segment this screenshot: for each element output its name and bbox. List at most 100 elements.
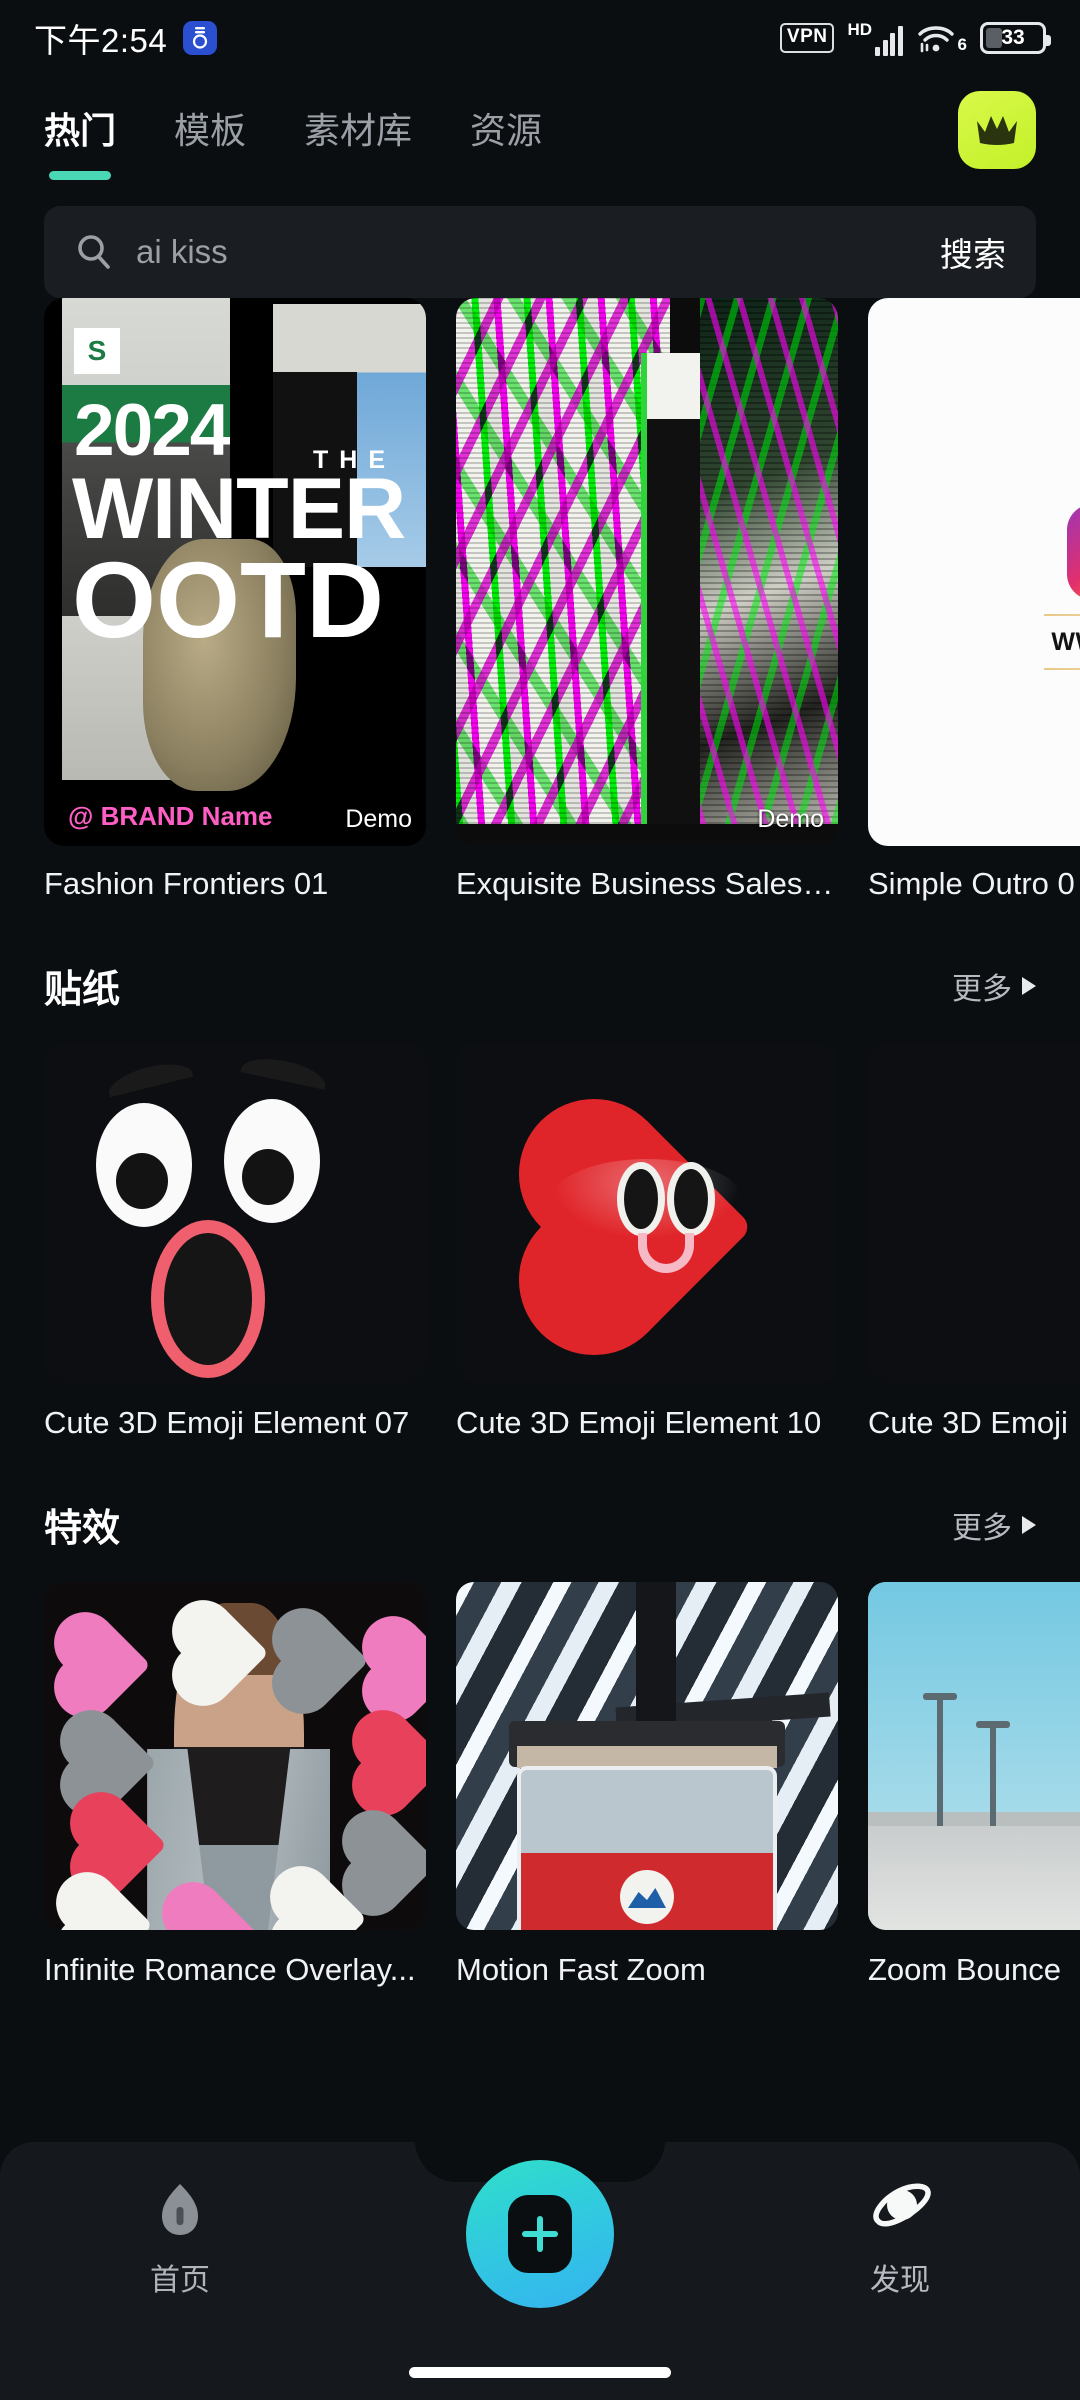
tab-list: 热门 模板 素材库 资源 [44, 102, 542, 158]
chevron-right-icon [1022, 976, 1036, 995]
heart-balloon [361, 1719, 426, 1807]
wifi-icon: 6 [916, 22, 967, 54]
status-bar: 下午2:54 VPN HD 6 33 [0, 0, 1080, 76]
demo-badge: Demo [757, 805, 824, 833]
template-thumbnail[interactable]: THE 2024 WINTER OOTD @ BRAND Name Demo [44, 298, 426, 846]
effect-thumbnail[interactable] [44, 1582, 426, 1930]
template-card[interactable]: Demo Exquisite Business Sales 06 [456, 298, 838, 902]
sticker-card[interactable]: Cute 3D Emoji Element 07 [44, 1043, 426, 1441]
eye-left [624, 1169, 658, 1229]
search-bar[interactable]: 搜索 [44, 206, 1036, 298]
section-title: 特效 [44, 1508, 121, 1550]
cabin-roof-trim [517, 1745, 777, 1768]
section-more-button[interactable]: 更多 [952, 964, 1036, 1008]
sticker-thumbnail[interactable] [44, 1043, 426, 1383]
battery-icon: 33 [980, 22, 1051, 54]
eye-right [674, 1169, 708, 1229]
templates-row[interactable]: THE 2024 WINTER OOTD @ BRAND Name Demo F… [44, 298, 1080, 902]
tab-asset-library[interactable]: 素材库 [304, 102, 412, 158]
section-header-stickers: 贴纸 更多 [44, 902, 1036, 1043]
section-more-label: 更多 [952, 972, 1012, 1006]
mast [635, 1582, 676, 1729]
section-title: 贴纸 [44, 969, 121, 1011]
section-header-effects: 特效 更多 [44, 1441, 1036, 1582]
search-section: 搜索 [0, 184, 1080, 298]
heart-balloon [65, 1881, 153, 1930]
sticker-card-title: Cute 3D Emoji Element 07 [44, 1405, 410, 1440]
pupil-right [242, 1149, 294, 1205]
vip-crown-button[interactable] [958, 91, 1036, 169]
divider [1043, 668, 1080, 670]
heart-balloon [281, 1617, 369, 1705]
effects-row[interactable]: Infinite Romance Overlay... Motion Fast … [44, 1582, 1080, 1988]
status-bar-right: VPN HD 6 33 [779, 19, 1051, 56]
light-pole [922, 1693, 957, 1826]
wifi-generation-label: 6 [957, 35, 967, 54]
sticker-thumbnail[interactable] [456, 1043, 838, 1383]
effect-card-title: Motion Fast Zoom [456, 1952, 706, 1987]
thumb-text-year: 2024 [74, 390, 230, 471]
template-thumbnail[interactable]: Demo [456, 298, 838, 846]
demo-badge: Demo [345, 805, 412, 833]
thumb-text-ootd: OOTD [72, 539, 384, 660]
heart-balloon [371, 1625, 426, 1713]
create-button[interactable] [466, 2160, 614, 2308]
thumb-text-brand: @ BRAND Name [68, 801, 273, 831]
cable-car-cabin [517, 1766, 777, 1930]
planet-icon [873, 2183, 931, 2227]
sky [868, 1582, 1080, 1833]
chevron-right-icon [1022, 1515, 1036, 1534]
signal-bars-icon [875, 25, 903, 56]
template-card[interactable]: THE 2024 WINTER OOTD @ BRAND Name Demo F… [44, 298, 426, 902]
sticker-card-title: Cute 3D Emoji Element 10 [456, 1405, 822, 1440]
effect-card-title: Infinite Romance Overlay... [44, 1952, 416, 1987]
nav-item-discover[interactable]: 发现 [720, 2181, 1080, 2299]
light-pole [976, 1721, 1011, 1826]
battery-percent: 33 [1001, 26, 1025, 49]
home-gesture-bar[interactable] [409, 2367, 671, 2378]
status-clock: 下午2:54 [34, 22, 168, 59]
section-more-label: 更多 [952, 1511, 1012, 1545]
tab-templates[interactable]: 模板 [174, 102, 246, 158]
top-tab-bar: 热门 模板 素材库 资源 [0, 76, 1080, 184]
stickers-row[interactable]: Cute 3D Emoji Element 07 Cute 3D Emoji E… [44, 1043, 1080, 1441]
thumb-art-graffiti-left [456, 298, 670, 825]
heart-balloon [351, 1819, 426, 1907]
sticker-card[interactable]: Cute 3D Emoji [868, 1043, 1080, 1441]
nav-item-home[interactable]: 首页 [0, 2181, 360, 2299]
effect-card[interactable]: Zoom Bounce [868, 1582, 1080, 1988]
effect-thumbnail[interactable] [456, 1582, 838, 1930]
sticker-card-title: Cute 3D Emoji [868, 1405, 1068, 1440]
template-card-title: Fashion Frontiers 01 [44, 866, 329, 901]
tab-resources[interactable]: 资源 [470, 102, 542, 158]
tab-hot[interactable]: 热门 [44, 102, 116, 158]
signal-indicator: HD [847, 19, 903, 56]
search-icon [74, 232, 114, 272]
effect-card-title: Zoom Bounce [868, 1952, 1061, 1987]
cabin-logo [619, 1869, 674, 1924]
template-thumbnail[interactable]: WWW.FILM [868, 298, 1080, 846]
effect-thumbnail[interactable] [868, 1582, 1080, 1930]
search-submit-button[interactable]: 搜索 [916, 228, 1006, 276]
effect-card[interactable]: Infinite Romance Overlay... [44, 1582, 426, 1988]
effect-card[interactable]: Motion Fast Zoom [456, 1582, 838, 1988]
content-scroll-area[interactable]: THE 2024 WINTER OOTD @ BRAND Name Demo F… [0, 298, 1080, 1988]
crown-icon [977, 116, 1017, 145]
template-card[interactable]: WWW.FILM Simple Outro 0 [868, 298, 1080, 902]
home-icon [162, 2184, 198, 2235]
bottom-navigation-bar: 首页 发现 [0, 2140, 1080, 2400]
section-more-button[interactable]: 更多 [952, 1503, 1036, 1547]
search-input[interactable] [136, 233, 916, 271]
sticker-card[interactable]: Cute 3D Emoji Element 10 [456, 1043, 838, 1441]
nav-label-home: 首页 [150, 2264, 210, 2297]
sticker-thumbnail[interactable] [868, 1043, 1080, 1383]
template-card-title: Simple Outro 0 [868, 866, 1075, 901]
pupil-left [116, 1153, 168, 1209]
hd-label: HD [847, 19, 873, 39]
stopwatch-icon [183, 21, 218, 55]
plus-icon [508, 2195, 572, 2273]
nav-label-discover: 发现 [870, 2264, 930, 2297]
thumb-art-graffiti-right [700, 298, 838, 825]
instagram-icon [1066, 504, 1080, 600]
thumb-text-url: WWW.FILM [1051, 628, 1080, 656]
